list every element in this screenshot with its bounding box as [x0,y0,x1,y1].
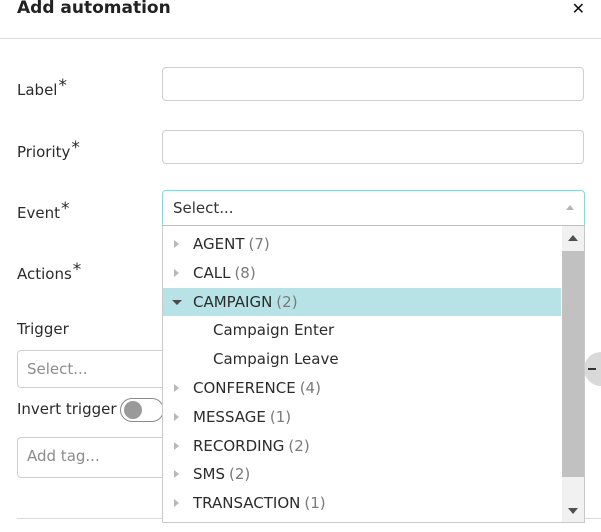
tag-input[interactable]: Add tag... [17,437,167,478]
tree-item-text: MESSAGE [193,407,266,426]
caret-right-icon[interactable] [174,470,179,479]
tree-item-text: SMS [193,465,225,484]
scroll-up-arrow-icon[interactable] [568,235,578,241]
invert-trigger-toggle[interactable] [120,398,164,422]
dropdown-scrollbar[interactable] [562,226,584,522]
event-field-label: Event* [17,199,69,223]
required-marker: * [71,138,80,158]
caret-right-icon[interactable] [174,383,179,392]
caret-right-icon[interactable] [174,268,179,277]
tree-item-count: (2) [229,465,251,484]
toggle-knob [124,401,142,419]
tree-item-label: Campaign Enter [213,321,335,340]
event-tree: AGENT (7) CALL (8) CAMPAIGN (2) Campaign En… [163,230,561,518]
header-divider [0,38,601,39]
priority-field-label: Priority* [17,138,80,162]
scroll-down-arrow-icon[interactable] [568,508,578,514]
tree-item-label: Campaign Leave [213,350,339,369]
tree-item-text: CONFERENCE [193,378,296,397]
tree-item-sms[interactable]: SMS (2) [163,460,561,489]
close-icon[interactable]: ✕ [572,0,585,18]
event-select-placeholder: Select... [173,199,234,217]
tree-item-label: AGENT (7) [193,235,270,253]
tree-item-count: (8) [234,263,256,282]
chevron-up-icon[interactable] [566,205,574,210]
tree-item-text: TRANSACTION [193,494,301,513]
priority-input[interactable] [162,130,584,164]
minus-icon [588,368,596,370]
tree-item-label: MESSAGE (1) [193,408,291,426]
tree-item-text: CAMPAIGN [193,292,273,311]
tree-item-message[interactable]: MESSAGE (1) [163,403,561,432]
trigger-select-placeholder: Select... [27,360,88,378]
actions-field-label: Actions* [17,260,81,284]
tree-item-text: CALL [193,263,231,282]
priority-field-text: Priority [17,143,71,161]
tree-item-label: CONFERENCE (4) [193,379,321,397]
event-dropdown-menu: AGENT (7) CALL (8) CAMPAIGN (2) Campaign En… [162,226,585,523]
tree-item-count: (4) [299,378,321,397]
tree-item-conference[interactable]: CONFERENCE (4) [163,374,561,403]
required-marker: * [58,76,67,96]
tag-input-placeholder: Add tag... [27,447,100,465]
tree-item-agent[interactable]: AGENT (7) [163,230,561,259]
tree-item-label: CALL (8) [193,264,256,282]
tree-item-count: (2) [288,436,310,455]
tree-item-count: (2) [276,292,298,311]
tree-item-count: (1) [304,494,326,513]
tree-item-text: RECORDING [193,436,285,455]
dialog-title: Add automation [17,0,171,18]
label-field-label: Label* [17,76,67,100]
required-marker: * [60,199,70,219]
trigger-field-label: Trigger [17,320,69,338]
caret-right-icon[interactable] [174,499,179,508]
trigger-select[interactable]: Select... [17,350,167,388]
tree-item-campaign-leave[interactable]: Campaign Leave [163,345,561,374]
caret-right-icon[interactable] [174,441,179,450]
tree-item-campaign-enter[interactable]: Campaign Enter [163,316,561,345]
caret-right-icon[interactable] [174,240,179,248]
add-automation-dialog: Add automation ✕ Label* Priority* Event*… [0,0,601,532]
tree-item-transaction[interactable]: TRANSACTION (1) [163,489,561,518]
tree-item-call[interactable]: CALL (8) [163,259,561,288]
label-field-text: Label [17,81,58,99]
tree-item-label: RECORDING (2) [193,437,310,455]
event-field-text: Event [17,204,60,222]
tree-item-label: SMS (2) [193,465,250,483]
remove-action-button[interactable] [584,352,601,386]
label-input[interactable] [162,67,584,101]
scrollbar-thumb[interactable] [562,251,584,477]
tree-item-label: TRANSACTION (1) [193,494,326,512]
required-marker: * [72,260,82,280]
tree-item-count: (7) [248,235,270,253]
tree-item-campaign[interactable]: CAMPAIGN (2) [163,287,561,317]
caret-down-icon[interactable] [172,299,182,305]
tree-item-label: CAMPAIGN (2) [193,293,298,311]
actions-field-text: Actions [17,265,72,283]
tree-item-recording[interactable]: RECORDING (2) [163,432,561,461]
tree-item-count: (1) [269,407,292,426]
caret-right-icon[interactable] [174,412,179,421]
tree-item-text: AGENT [193,235,245,253]
event-select[interactable]: Select... [162,190,585,226]
invert-trigger-label: Invert trigger [17,400,117,418]
